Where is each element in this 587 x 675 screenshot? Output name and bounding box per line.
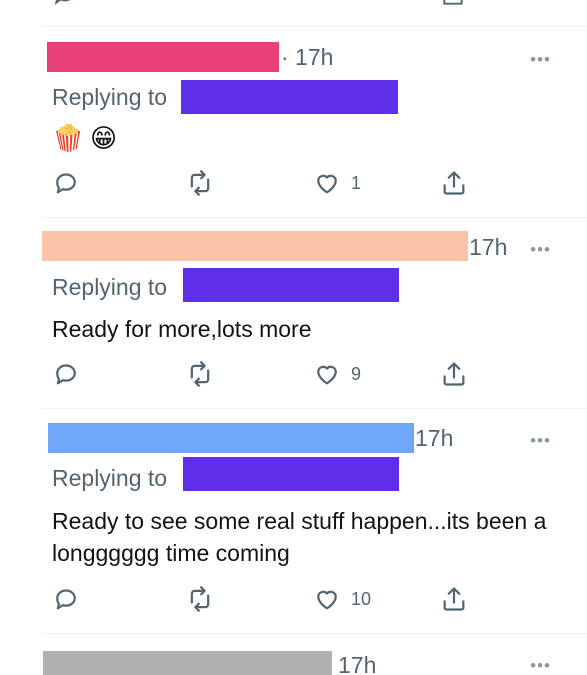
like-button[interactable]: 1 [313,168,361,198]
share-button[interactable] [440,359,468,389]
redacted-username [43,651,332,675]
popcorn-emoji: 🍿 [52,123,85,153]
retweet-icon [190,170,210,196]
tweet-time: 17h [469,234,508,260]
retweet-button[interactable] [186,359,214,389]
reply-icon [56,364,76,385]
share-button[interactable] [440,168,468,198]
more-icon[interactable]: ••• [530,50,551,70]
tweet-text: Ready to see some real stuff happen...it… [52,508,547,566]
heart-icon [317,365,337,385]
replying-to-label: Replying to [52,84,168,110]
retweet-button[interactable] [186,168,214,198]
redacted-username [47,42,279,72]
retweet-icon [190,586,210,612]
tweet-time: 17h [415,425,454,451]
reply-button[interactable] [52,359,80,389]
share-icon [443,171,465,195]
divider [42,217,587,218]
redacted-reply-handle[interactable] [183,457,399,491]
replying-to-label: Replying to [52,274,168,300]
redacted-reply-handle[interactable] [181,80,398,114]
reply-button[interactable] [52,168,80,198]
more-icon[interactable]: ••• [530,656,551,675]
share-button[interactable] [440,584,468,614]
like-button[interactable]: 10 [313,584,371,614]
redacted-reply-handle[interactable] [183,268,399,302]
action-bar: 9 [0,359,587,389]
action-bar: 1 [0,168,587,198]
heart-icon [317,590,337,610]
previous-tweet-actions [0,0,587,6]
share-icon[interactable] [440,0,466,8]
reply-button[interactable] [52,584,80,614]
share-icon [443,587,465,611]
divider [42,26,587,27]
retweet-icon [190,361,210,387]
like-count: 9 [351,363,362,384]
redacted-username [48,423,414,453]
divider [42,408,587,409]
reply-icon[interactable] [52,0,78,8]
retweet-button[interactable] [186,584,214,614]
more-icon[interactable]: ••• [530,240,551,260]
divider [42,633,587,634]
like-button[interactable]: 9 [313,359,361,389]
grinning-emoji: 😁 [90,123,118,153]
tweet-time: · 17h [281,44,334,70]
reply-icon [56,173,76,194]
heart-icon [317,174,337,194]
tweet-time: 17h [338,652,377,675]
tweet-text: Ready for more,lots more [52,316,312,342]
like-count: 10 [351,588,372,609]
action-bar: 10 [0,584,587,614]
like-count: 1 [351,172,362,193]
redacted-username [42,231,468,261]
share-icon [443,362,465,386]
replying-to-label: Replying to [52,465,168,491]
more-icon[interactable]: ••• [530,431,551,451]
reply-icon [56,589,76,610]
